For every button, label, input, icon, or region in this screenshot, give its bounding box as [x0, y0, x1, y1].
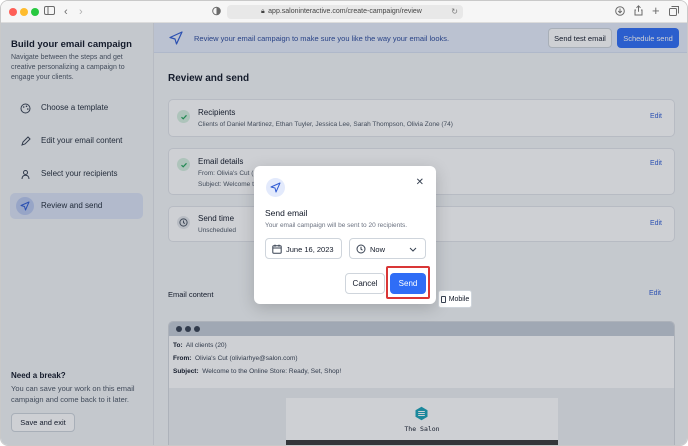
dialog-title: Send email: [265, 208, 308, 218]
tab-overview-icon[interactable]: [669, 6, 679, 20]
mobile-preview-toggle[interactable]: Mobile: [438, 290, 472, 308]
time-select[interactable]: Now: [349, 238, 426, 259]
date-picker[interactable]: June 16, 2023: [265, 238, 342, 259]
url-text: app.saloninteractive.com/create-campaign…: [268, 8, 422, 15]
date-value: June 16, 2023: [286, 245, 334, 254]
dialog-subtitle: Your email campaign will be sent to 20 r…: [265, 222, 408, 229]
chevron-down-icon: [409, 247, 417, 252]
reload-icon[interactable]: ↻: [451, 5, 458, 19]
address-bar[interactable]: 🔒︎ app.saloninteractive.com/create-campa…: [227, 5, 463, 19]
mobile-icon: [440, 295, 446, 303]
new-tab-icon[interactable]: +: [652, 4, 660, 18]
privacy-shield-icon[interactable]: [212, 6, 221, 20]
back-arrow-icon[interactable]: ‹: [64, 5, 68, 19]
download-icon[interactable]: [615, 6, 625, 20]
zoom-window-button[interactable]: [31, 8, 39, 16]
close-icon[interactable]: ✕: [416, 177, 424, 188]
clock-icon: [356, 244, 366, 254]
browser-window: ‹ › 🔒︎ app.saloninteractive.com/create-c…: [0, 0, 688, 446]
calendar-icon: [272, 244, 282, 254]
lock-icon: 🔒︎: [261, 8, 265, 15]
send-button-highlight: [386, 266, 430, 299]
browser-toolbar: ‹ › 🔒︎ app.saloninteractive.com/create-c…: [1, 1, 687, 23]
mobile-label: Mobile: [448, 295, 470, 303]
share-icon[interactable]: [634, 5, 643, 20]
forward-arrow-icon[interactable]: ›: [79, 5, 83, 19]
time-value: Now: [370, 245, 386, 254]
send-icon: [266, 178, 285, 197]
cancel-button[interactable]: Cancel: [345, 273, 385, 294]
minimize-window-button[interactable]: [20, 8, 28, 16]
sidebar-toggle-icon[interactable]: [44, 5, 55, 19]
close-window-button[interactable]: [9, 8, 17, 16]
